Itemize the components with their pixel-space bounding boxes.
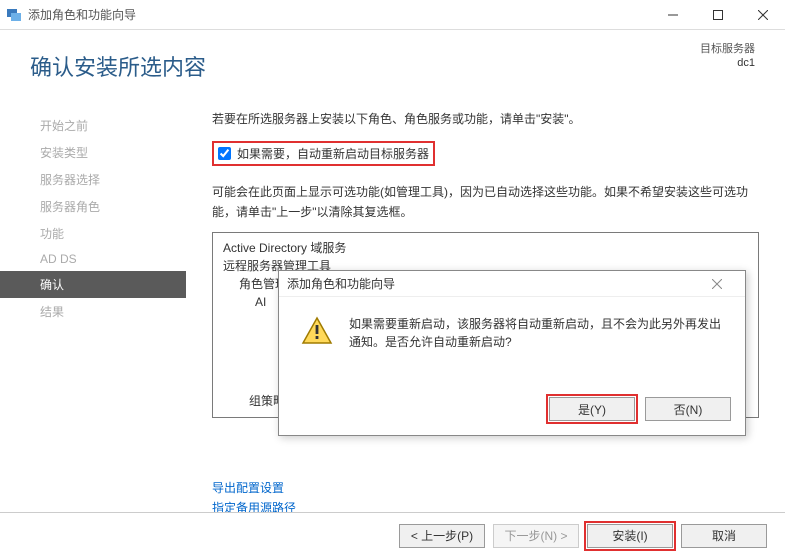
optional-features-note: 可能会在此页面上显示可选功能(如管理工具)，因为已自动选择这些功能。如果不希望安… <box>212 182 759 222</box>
wizard-footer: < 上一步(P) 下一步(N) > 安装(I) 取消 <box>0 512 785 558</box>
sidebar-item-ad-ds[interactable]: AD DS <box>0 247 186 271</box>
cancel-button[interactable]: 取消 <box>681 524 767 548</box>
header: 确认安装所选内容 目标服务器 dc1 <box>0 30 785 102</box>
warning-icon <box>301 315 333 347</box>
list-item: Active Directory 域服务 <box>223 239 748 257</box>
page-title: 确认安装所选内容 <box>30 50 206 82</box>
dialog-no-button[interactable]: 否(N) <box>645 397 731 421</box>
restart-confirm-dialog: 添加角色和功能向导 如果需要重新启动，该服务器将自动重新启动，且不会为此另外再发… <box>278 270 746 436</box>
maximize-button[interactable] <box>695 0 740 30</box>
sidebar-item-installation-type[interactable]: 安装类型 <box>0 139 186 166</box>
auto-restart-label: 如果需要，自动重新启动目标服务器 <box>237 145 429 162</box>
wizard-step-sidebar: 开始之前 安装类型 服务器选择 服务器角色 功能 AD DS 确认 结果 <box>0 102 186 512</box>
install-button[interactable]: 安装(I) <box>587 524 673 548</box>
sidebar-item-server-roles[interactable]: 服务器角色 <box>0 193 186 220</box>
wizard-icon <box>6 7 22 23</box>
sidebar-item-features[interactable]: 功能 <box>0 220 186 247</box>
destination-server-info: 目标服务器 dc1 <box>700 42 755 70</box>
dialog-title: 添加角色和功能向导 <box>287 275 395 292</box>
dialog-titlebar: 添加角色和功能向导 <box>279 271 745 297</box>
auto-restart-row: 如果需要，自动重新启动目标服务器 <box>212 141 435 166</box>
export-config-link[interactable]: 导出配置设置 <box>212 478 759 498</box>
sidebar-item-before-you-begin[interactable]: 开始之前 <box>0 112 186 139</box>
next-button: 下一步(N) > <box>493 524 579 548</box>
window-title: 添加角色和功能向导 <box>28 6 650 23</box>
titlebar: 添加角色和功能向导 <box>0 0 785 30</box>
dialog-message: 如果需要重新启动，该服务器将自动重新启动，且不会为此另外再发出通知。是否允许自动… <box>349 315 723 387</box>
sidebar-item-server-selection[interactable]: 服务器选择 <box>0 166 186 193</box>
minimize-button[interactable] <box>650 0 695 30</box>
destination-server-value: dc1 <box>700 56 755 70</box>
destination-server-label: 目标服务器 <box>700 42 755 56</box>
dialog-yes-button[interactable]: 是(Y) <box>549 397 635 421</box>
close-button[interactable] <box>740 0 785 30</box>
previous-button[interactable]: < 上一步(P) <box>399 524 485 548</box>
sidebar-item-confirmation[interactable]: 确认 <box>0 271 186 298</box>
dialog-close-button[interactable] <box>697 272 737 296</box>
auto-restart-checkbox[interactable] <box>218 147 231 160</box>
intro-text: 若要在所选服务器上安装以下角色、角色服务或功能，请单击"安装"。 <box>212 110 759 127</box>
sidebar-item-results[interactable]: 结果 <box>0 298 186 325</box>
